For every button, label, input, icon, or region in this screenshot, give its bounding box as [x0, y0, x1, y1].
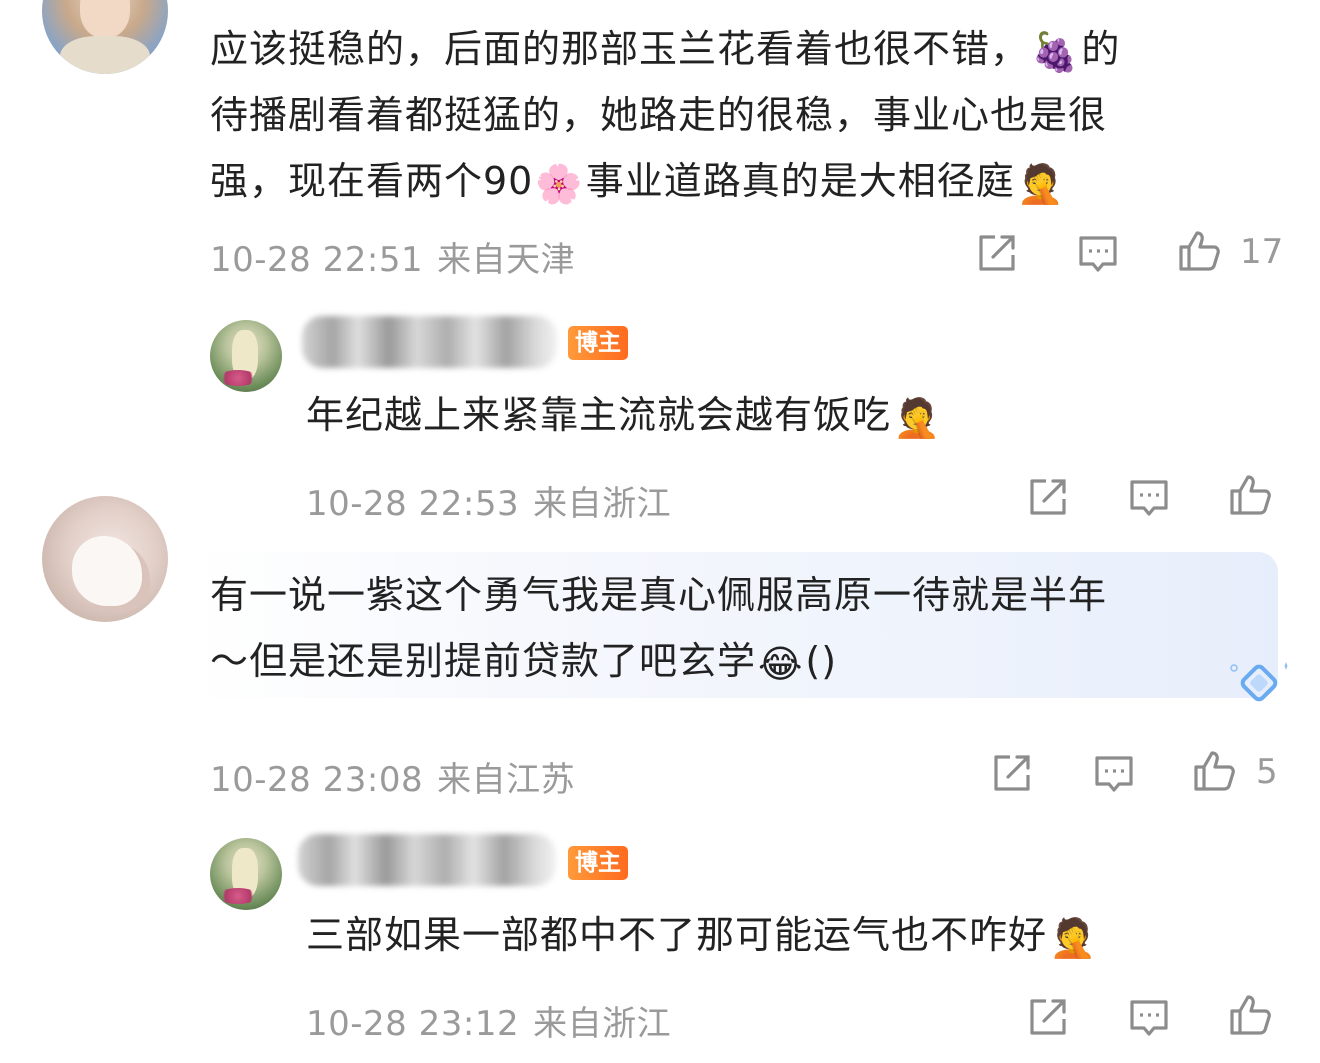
comment-icon[interactable]	[1127, 995, 1171, 1039]
like-icon[interactable]	[1192, 749, 1236, 793]
reply-meta: 10-28 23:12 来自浙江	[306, 996, 671, 1045]
comment-line: 待播剧看着都挺猛的，她路走的很稳，事业心也是很	[210, 93, 1108, 137]
like-icon[interactable]	[1228, 993, 1272, 1037]
like-count: 5	[1256, 752, 1278, 792]
comment-icon[interactable]	[1127, 475, 1171, 519]
facepalm-emoji: 🤦	[1049, 915, 1098, 960]
comment-date: 10-28 23:08	[210, 760, 424, 800]
blurred-username	[298, 834, 556, 886]
share-icon[interactable]	[975, 231, 1019, 275]
blogger-avatar[interactable]	[210, 320, 282, 392]
comment-icon[interactable]	[1092, 751, 1136, 795]
comment-line: 强，现在看两个90🌸事业道路真的是大相径庭🤦	[210, 159, 1066, 206]
comment-date: 10-28 22:51	[210, 240, 424, 280]
blogger-avatar[interactable]	[210, 838, 282, 910]
reply-date: 10-28 23:12	[306, 1004, 520, 1044]
comment-meta: 10-28 23:08 来自江苏	[210, 752, 575, 801]
comment-meta: 10-28 22:51 来自天津	[210, 232, 575, 281]
comment-line: 应该挺稳的，后面的那部玉兰花看着也很不错，🍇的	[210, 27, 1121, 74]
like-count: 17	[1240, 232, 1284, 272]
grape-emoji: 🍇	[1031, 29, 1080, 74]
like-icon[interactable]	[1177, 229, 1221, 273]
reply-location: 来自浙江	[533, 1004, 672, 1044]
blogger-badge: 博主	[568, 846, 628, 880]
comment-location: 来自江苏	[437, 760, 576, 800]
commenter-avatar[interactable]	[42, 0, 168, 74]
share-icon[interactable]	[1026, 995, 1070, 1039]
blossom-emoji: 🌸	[535, 161, 584, 206]
comment-text: 有一说一紫这个勇气我是真心佩服高原一待就是半年 ～但是还是别提前贷款了吧玄学😂(…	[210, 562, 1107, 694]
commenter-avatar[interactable]	[42, 496, 168, 622]
comment-icon[interactable]	[1076, 231, 1120, 275]
laugh-cry-emoji: 😂	[758, 641, 804, 686]
reply-text: 年纪越上来紧靠主流就会越有饭吃🤦	[306, 393, 942, 440]
comment-line: ～但是还是别提前贷款了吧玄学😂()	[210, 639, 838, 686]
comment-text: 应该挺稳的，后面的那部玉兰花看着也很不错，🍇的 待播剧看着都挺猛的，她路走的很稳…	[210, 16, 1120, 214]
facepalm-emoji: 🤦	[1016, 161, 1066, 206]
like-icon[interactable]	[1228, 473, 1272, 517]
blurred-username	[302, 316, 557, 368]
reply-text: 三部如果一部都中不了那可能运气也不咋好🤦	[306, 913, 1098, 960]
blogger-badge: 博主	[568, 326, 628, 360]
share-icon[interactable]	[1026, 475, 1070, 519]
reply-meta: 10-28 22:53 来自浙江	[306, 476, 671, 525]
facepalm-emoji: 🤦	[893, 395, 942, 440]
reply-date: 10-28 22:53	[306, 484, 520, 524]
comment-line: 有一说一紫这个勇气我是真心佩服高原一待就是半年	[210, 573, 1108, 617]
reply-location: 来自浙江	[533, 484, 672, 524]
comment-location: 来自天津	[437, 240, 576, 280]
diamond-icon	[1230, 660, 1290, 710]
share-icon[interactable]	[990, 751, 1034, 795]
